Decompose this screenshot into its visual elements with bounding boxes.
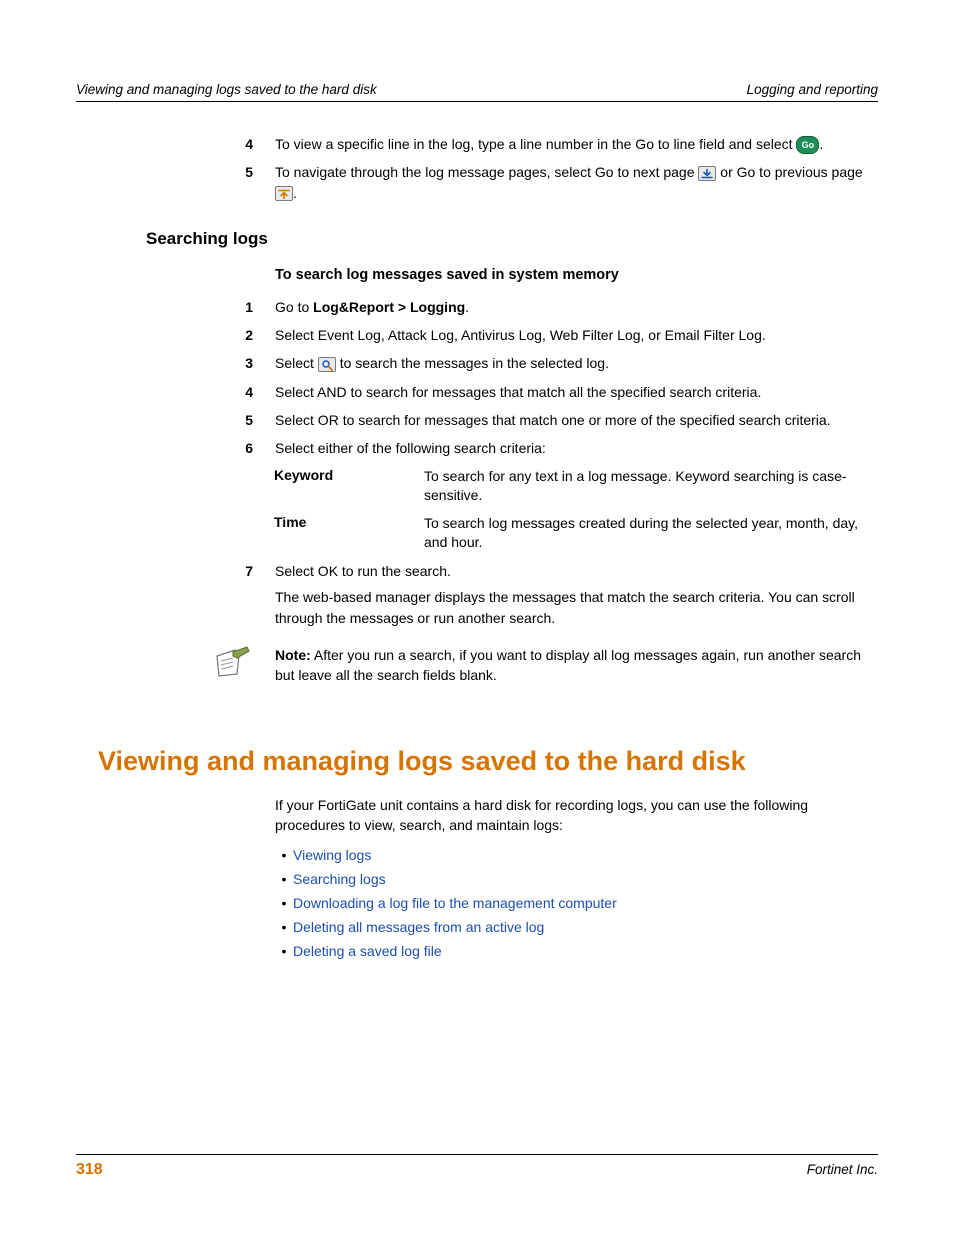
link-viewing-logs[interactable]: Viewing logs <box>293 847 371 863</box>
step-body: Select either of the following search cr… <box>275 438 878 458</box>
criteria-table: Keyword To search for any text in a log … <box>274 467 878 553</box>
step-number: 5 <box>231 162 253 182</box>
step-body: Select OK to run the search. The web-bas… <box>275 561 878 628</box>
step-text: Select OK to run the search. <box>275 561 878 581</box>
footer-rule <box>76 1154 878 1155</box>
step-body: To view a specific line in the log, type… <box>275 134 878 154</box>
bullet-icon: • <box>275 871 293 887</box>
step-text: . <box>293 185 297 201</box>
step-number: 1 <box>231 297 253 317</box>
step-text: To navigate through the log message page… <box>275 164 698 180</box>
step-number: 3 <box>231 353 253 373</box>
note-block: Note: After you run a search, if you wan… <box>213 646 878 686</box>
note-text: Note: After you run a search, if you wan… <box>275 646 878 685</box>
step-body: Select Event Log, Attack Log, Antivirus … <box>275 325 878 345</box>
step-1: 1 Go to Log&Report > Logging. <box>76 297 878 317</box>
next-page-icon <box>698 166 716 181</box>
intro-paragraph: If your FortiGate unit contains a hard d… <box>275 795 878 836</box>
content-area: 4 To view a specific line in the log, ty… <box>76 102 878 959</box>
list-item: • Viewing logs <box>275 847 878 863</box>
step-5b: 5 Select OR to search for messages that … <box>76 410 878 430</box>
go-icon: Go <box>796 136 819 154</box>
step-5: 5 To navigate through the log message pa… <box>76 162 878 203</box>
table-row: Time To search log messages created duri… <box>274 514 878 553</box>
procedure-title: To search log messages saved in system m… <box>275 267 878 283</box>
header-right: Logging and reporting <box>747 82 878 97</box>
step-text: The web-based manager displays the messa… <box>275 587 878 628</box>
step-3: 3 Select to search the messages in the s… <box>76 353 878 373</box>
step-text: To view a specific line in the log, type… <box>275 136 796 152</box>
section-heading-main: Viewing and managing logs saved to the h… <box>98 746 878 777</box>
criteria-keyword: Keyword <box>274 467 424 506</box>
search-icon <box>318 357 336 372</box>
step-text: Go to <box>275 299 313 315</box>
footer-company: Fortinet Inc. <box>807 1162 878 1177</box>
page-number: 318 <box>76 1161 103 1179</box>
step-4b: 4 Select AND to search for messages that… <box>76 382 878 402</box>
step-text: Select <box>275 355 318 371</box>
link-download-log[interactable]: Downloading a log file to the management… <box>293 895 617 911</box>
step-number: 4 <box>231 134 253 154</box>
step-text: to search the messages in the selected l… <box>340 355 609 371</box>
step-body: Select to search the messages in the sel… <box>275 353 878 373</box>
step-number: 7 <box>231 561 253 581</box>
step-text: or Go to previous page <box>720 164 862 180</box>
step-text: . <box>465 299 469 315</box>
list-item: • Deleting all messages from an active l… <box>275 919 878 935</box>
link-searching-logs[interactable]: Searching logs <box>293 871 386 887</box>
bullet-icon: • <box>275 847 293 863</box>
section-heading-searching-logs: Searching logs <box>146 229 878 249</box>
bullet-icon: • <box>275 895 293 911</box>
list-item: • Downloading a log file to the manageme… <box>275 895 878 911</box>
criteria-desc: To search log messages created during th… <box>424 514 878 553</box>
note-label: Note: <box>275 647 311 663</box>
link-delete-active[interactable]: Deleting all messages from an active log <box>293 919 544 935</box>
step-number: 5 <box>231 410 253 430</box>
step-number: 2 <box>231 325 253 345</box>
step-body: Select OR to search for messages that ma… <box>275 410 878 430</box>
link-list: • Viewing logs • Searching logs • Downlo… <box>275 847 878 959</box>
step-6: 6 Select either of the following search … <box>76 438 878 458</box>
bullet-icon: • <box>275 919 293 935</box>
step-body: Select AND to search for messages that m… <box>275 382 878 402</box>
bullet-icon: • <box>275 943 293 959</box>
step-number: 4 <box>231 382 253 402</box>
step-2: 2 Select Event Log, Attack Log, Antiviru… <box>76 325 878 345</box>
criteria-time: Time <box>274 514 424 553</box>
link-delete-saved[interactable]: Deleting a saved log file <box>293 943 442 959</box>
footer-row: 318 Fortinet Inc. <box>76 1161 878 1179</box>
table-row: Keyword To search for any text in a log … <box>274 467 878 506</box>
step-body: To navigate through the log message page… <box>275 162 878 203</box>
list-item: • Searching logs <box>275 871 878 887</box>
header-left: Viewing and managing logs saved to the h… <box>76 82 377 97</box>
criteria-desc: To search for any text in a log message.… <box>424 467 878 506</box>
list-item: • Deleting a saved log file <box>275 943 878 959</box>
page-footer: 318 Fortinet Inc. <box>76 1154 878 1179</box>
note-body: After you run a search, if you want to d… <box>275 647 861 683</box>
step-body: Go to Log&Report > Logging. <box>275 297 878 317</box>
nav-path: Log&Report > Logging <box>313 299 465 315</box>
step-4: 4 To view a specific line in the log, ty… <box>76 134 878 154</box>
step-7: 7 Select OK to run the search. The web-b… <box>76 561 878 628</box>
step-text: . <box>819 136 823 152</box>
note-icon <box>213 646 253 686</box>
prev-page-icon <box>275 186 293 201</box>
document-page: Viewing and managing logs saved to the h… <box>0 0 954 1235</box>
running-header: Viewing and managing logs saved to the h… <box>76 82 878 101</box>
step-number: 6 <box>231 438 253 458</box>
